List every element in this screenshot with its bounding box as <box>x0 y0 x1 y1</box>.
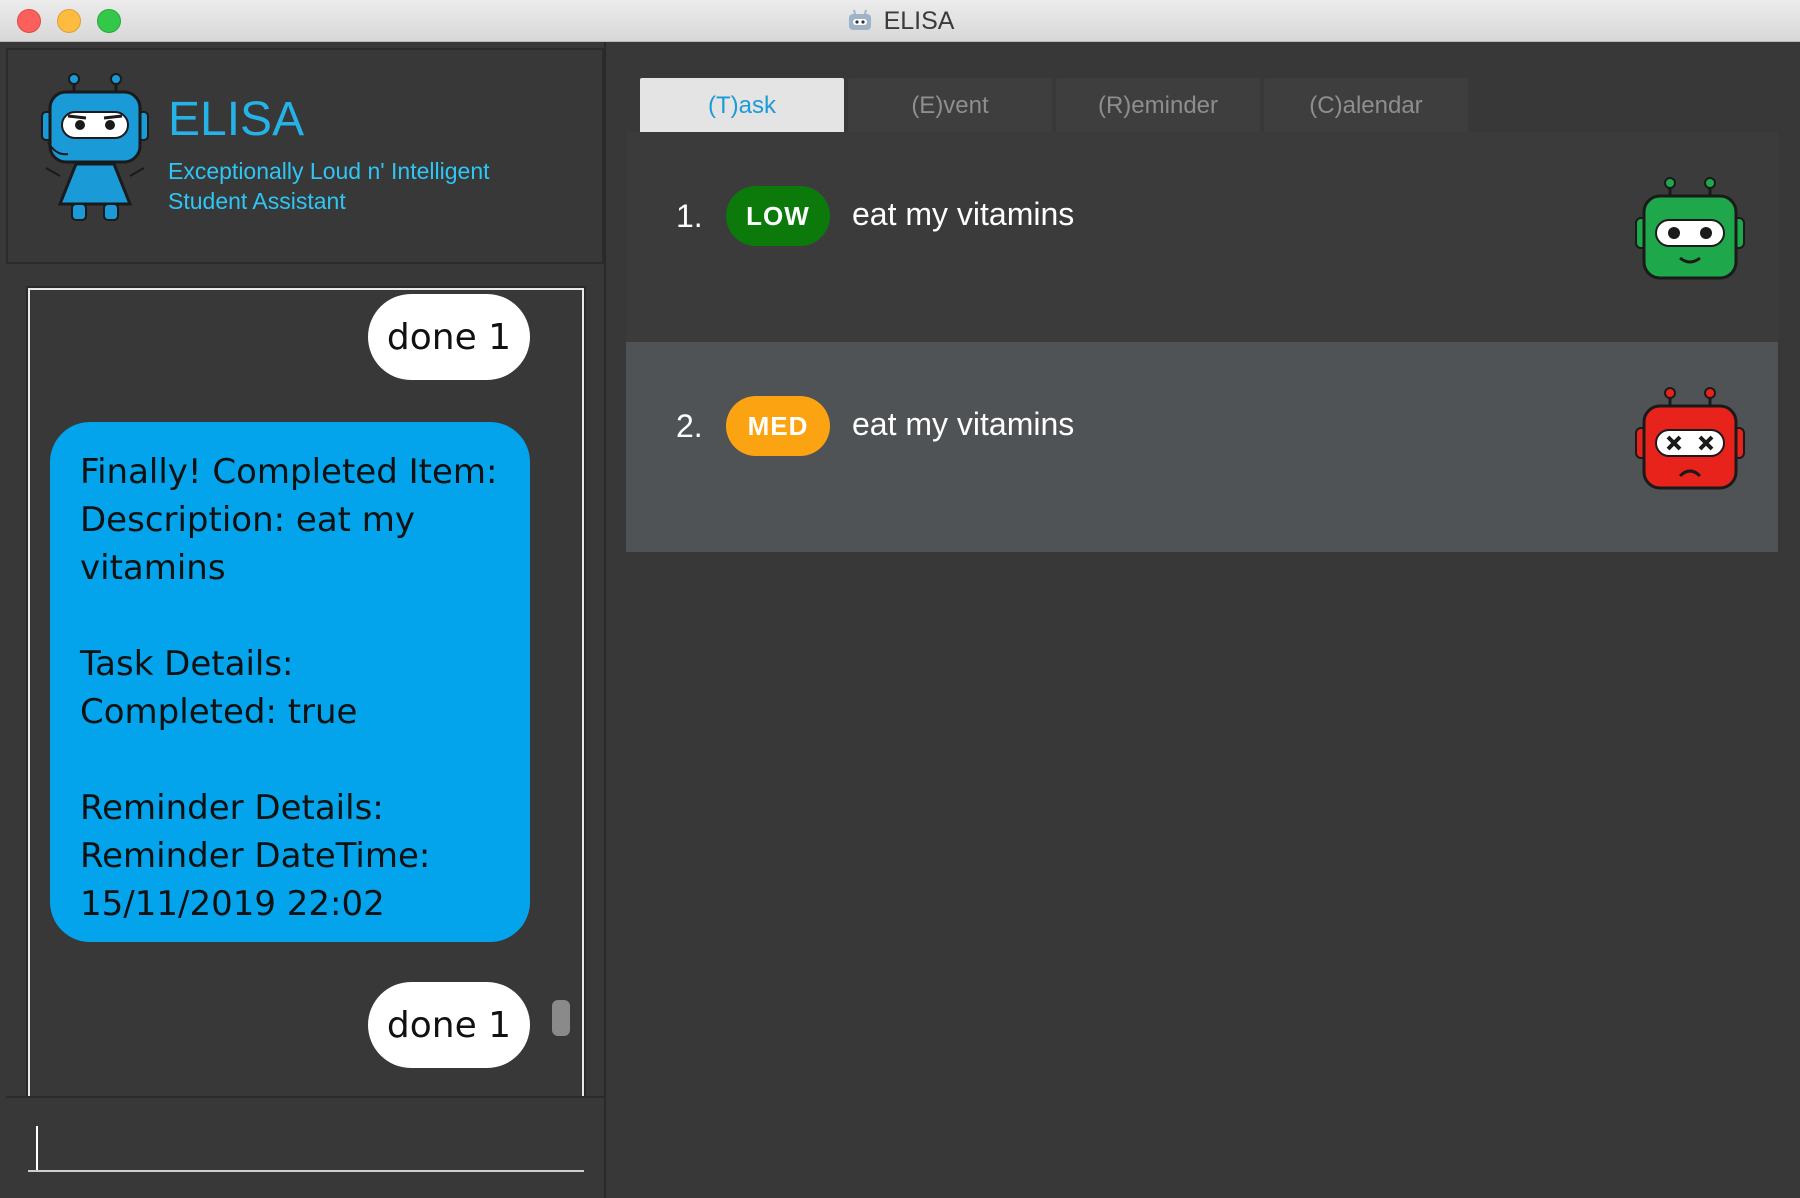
title-bar: ELISA <box>0 0 1800 42</box>
tab-bar: (T)ask (E)vent (R)eminder (C)alendar <box>640 78 1468 134</box>
app-robot-icon <box>848 9 871 30</box>
sad-red-robot-icon <box>1635 387 1745 490</box>
bot-message-line: Reminder DateTime: <box>80 836 431 876</box>
task-index: 2. <box>676 408 703 444</box>
bot-message-line: vitamins <box>80 548 226 588</box>
bot-message-bubble: Finally! Completed Item: Description: ea… <box>50 422 530 942</box>
user-message-bubble: done 1 <box>368 294 530 380</box>
user-message-bubble: done 1 <box>368 982 530 1068</box>
happy-green-robot-icon <box>1635 177 1745 280</box>
window-title-group: ELISA <box>0 0 1800 42</box>
app-subtitle: Exceptionally Loud n' Intelligent Studen… <box>168 156 588 216</box>
bot-message-line: Reminder Details: <box>80 788 384 828</box>
app-header: ELISA Exceptionally Loud n' Intelligent … <box>6 48 604 264</box>
priority-badge: MED <box>726 396 830 456</box>
bot-message-line: Finally! Completed Item: <box>80 452 498 492</box>
priority-badge: LOW <box>726 186 830 246</box>
tab-event[interactable]: (E)vent <box>848 78 1052 134</box>
bot-message-line <box>80 592 500 640</box>
command-input[interactable] <box>28 1116 584 1172</box>
task-row[interactable]: 1. LOW eat my vitamins <box>626 132 1778 342</box>
tab-calendar[interactable]: (C)alendar <box>1264 78 1468 134</box>
bot-message-line: Task Details: <box>80 644 294 684</box>
task-description: eat my vitamins <box>852 196 1075 232</box>
elisa-robot-logo-icon <box>41 73 149 221</box>
task-description: eat my vitamins <box>852 406 1075 442</box>
bot-message-line: 15/11/2019 22:02 <box>80 884 385 924</box>
tab-task[interactable]: (T)ask <box>640 78 844 134</box>
text-caret <box>36 1126 38 1170</box>
chat-scrollbar-thumb[interactable] <box>552 1000 570 1036</box>
task-row[interactable]: 2. MED eat my vitamins <box>626 342 1778 552</box>
app-subtitle-line: Exceptionally Loud n' Intelligent <box>168 158 490 184</box>
chat-history[interactable]: done 1 Finally! Completed Item: Descript… <box>26 286 586 1116</box>
bot-message-line: Completed: true <box>80 692 358 732</box>
command-box <box>6 1096 604 1196</box>
list-pane: (T)ask (E)vent (R)eminder (C)alendar 1. … <box>608 42 1800 1198</box>
bot-message-line <box>80 736 500 784</box>
app-name: ELISA <box>168 93 305 146</box>
chat-pane: ELISA Exceptionally Loud n' Intelligent … <box>0 42 606 1198</box>
window-title: ELISA <box>883 6 955 35</box>
task-list: 1. LOW eat my vitamins 2. MED eat my vit… <box>626 132 1778 552</box>
tab-reminder[interactable]: (R)eminder <box>1056 78 1260 134</box>
task-index: 1. <box>676 198 703 234</box>
app-subtitle-line: Student Assistant <box>168 188 346 214</box>
app-window: ELISA Exceptionally Loud n' Intelligent … <box>0 42 1800 1198</box>
bot-message-line: Description: eat my <box>80 500 416 540</box>
